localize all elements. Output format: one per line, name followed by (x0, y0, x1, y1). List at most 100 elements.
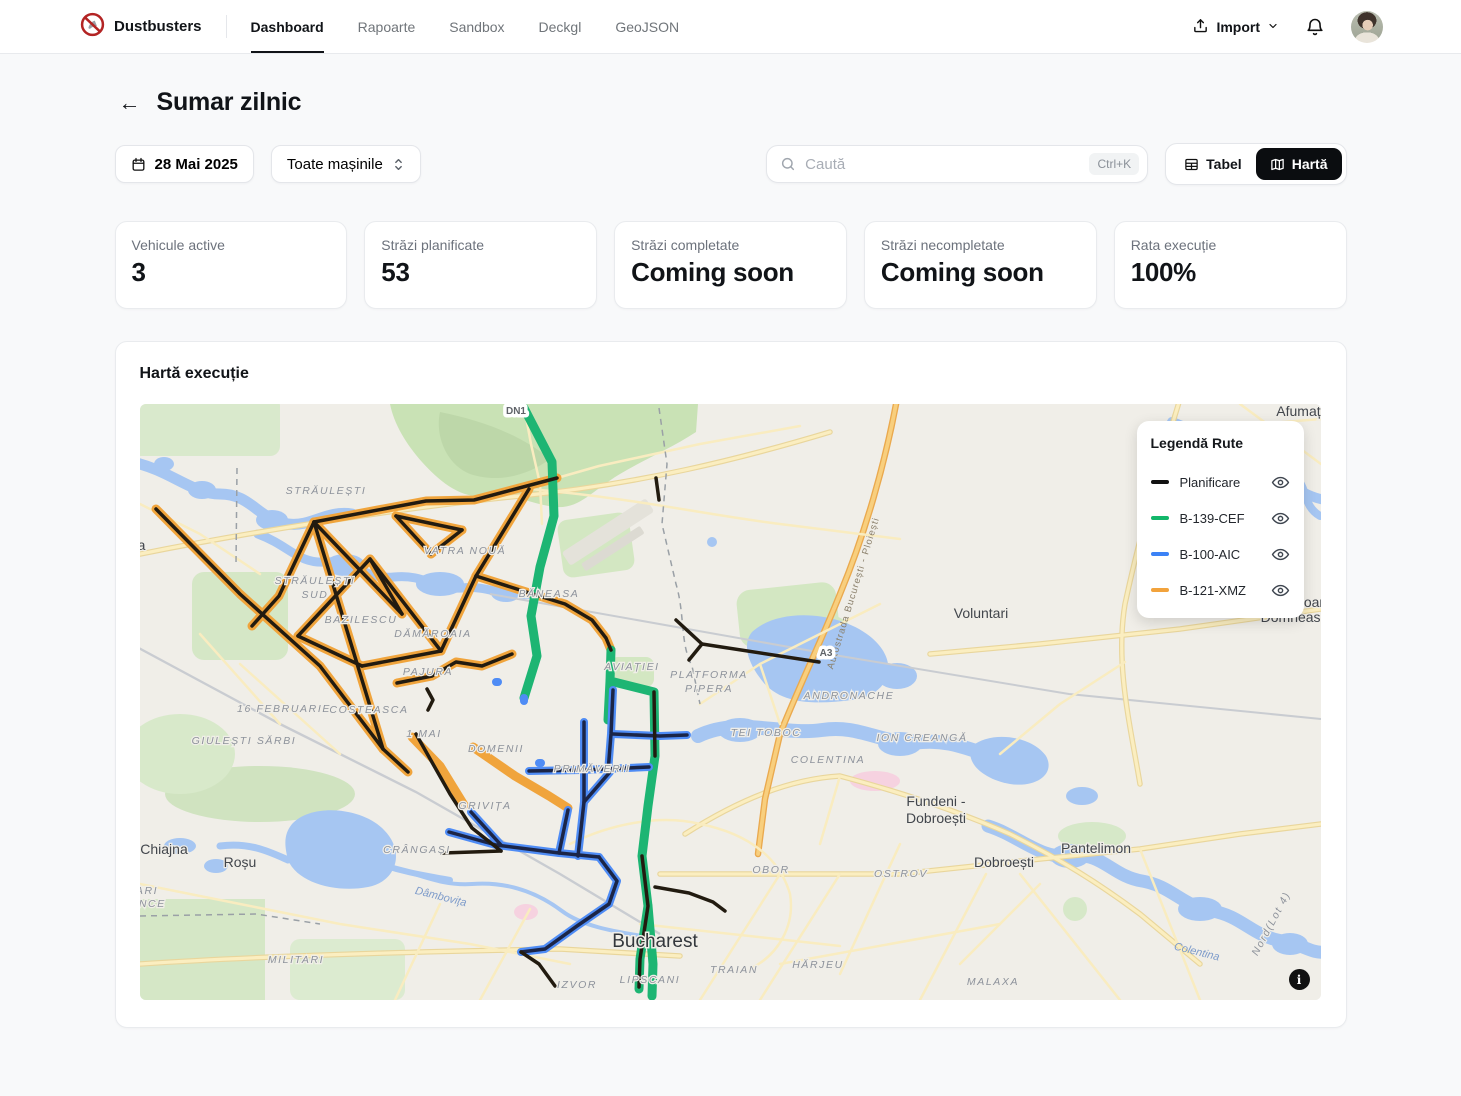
map-label: STRĂULEȘTI (274, 574, 355, 587)
stat-label: Străzi completate (631, 237, 830, 253)
date-picker-button[interactable]: 28 Mai 2025 (115, 145, 254, 183)
select-chevrons-icon (392, 157, 405, 172)
map-label: PIPERA (684, 683, 732, 695)
legend-row-planificare: Planificare (1151, 464, 1290, 500)
eye-icon[interactable] (1271, 545, 1290, 564)
map-label: TEI TOBOC (730, 727, 801, 739)
dustbusters-logo-icon (80, 12, 105, 41)
search-box[interactable]: Ctrl+K (766, 145, 1148, 183)
stat-label: Străzi necompletate (881, 237, 1080, 253)
map-label: BĂNEASA (518, 587, 579, 600)
route-Planificare (443, 851, 501, 853)
map-label: CRÂNGAȘI (383, 843, 451, 856)
map-label: DN1 (505, 406, 525, 417)
eye-icon[interactable] (1271, 509, 1290, 528)
map-label: Fundeni - (906, 793, 965, 809)
map-label: Roșu (223, 854, 256, 870)
legend-row-b-121-xmz: B-121-XMZ (1151, 572, 1290, 608)
stat-value: 100% (1131, 257, 1330, 288)
route-legend: Legendă Rute Planificare B-139-CEF B-100-A… (1137, 421, 1304, 618)
nav-item-sandbox[interactable]: Sandbox (449, 0, 504, 53)
nav-item-dashboard[interactable]: Dashboard (251, 0, 324, 53)
map-label: BAZILESCU (324, 614, 397, 626)
map-label: OSTROV (874, 868, 928, 880)
map-label: Afumați (1276, 404, 1321, 419)
map-label: Chitila (140, 537, 146, 553)
stat-label: Vehicule active (132, 237, 331, 253)
search-shortcut-chip: Ctrl+K (1089, 153, 1139, 175)
map-info-icon[interactable]: i (1289, 969, 1310, 990)
stat-label: Străzi planificate (381, 237, 580, 253)
stat-card: Rata execuție 100% (1114, 221, 1347, 309)
execution-map[interactable]: STRĂULEȘTI Chitila VATRA NOUĂ STRĂULEȘTI SUD… (140, 404, 1321, 1000)
map-label: STRĂULEȘTI (285, 484, 366, 497)
map-label: GIULEȘTI SĂRBI (191, 734, 296, 747)
nav-item-rapoarte[interactable]: Rapoarte (358, 0, 416, 53)
stat-label: Rata execuție (1131, 237, 1330, 253)
table-icon (1184, 157, 1199, 172)
map-card: Hartă execuție (115, 341, 1347, 1028)
stat-card: Vehicule active 3 (115, 221, 348, 309)
upload-icon (1192, 17, 1209, 37)
map-label: RESIDENCE (140, 898, 166, 910)
legend-label: B-139-CEF (1180, 511, 1271, 526)
stat-card: Străzi planificate 53 (364, 221, 597, 309)
search-input[interactable] (805, 156, 1089, 173)
brand[interactable]: Dustbusters (80, 0, 202, 53)
legend-label: B-121-XMZ (1180, 583, 1271, 598)
route-Planificare (654, 692, 655, 756)
map-label: HĂRJEU (792, 958, 844, 971)
view-toggle-map[interactable]: Hartă (1256, 148, 1342, 180)
map-label: DOMENII (467, 743, 523, 755)
map-label: Chiajna (140, 841, 188, 857)
map-label: OBOR (752, 864, 789, 876)
eye-icon[interactable] (1271, 581, 1290, 600)
map-card-title: Hartă execuție (140, 365, 1322, 383)
map-label: DĂMĂROAIA (394, 627, 471, 640)
back-button[interactable]: ← (117, 92, 143, 114)
map-label: ION CREANGĂ (876, 731, 967, 744)
stat-value: Coming soon (881, 257, 1080, 288)
map-label: MILITARI (267, 954, 323, 966)
map-label: MALAXA (966, 976, 1018, 988)
stat-cards: Vehicule active3Străzi planificate53Stră… (115, 221, 1347, 309)
page-title: Sumar zilnic (157, 88, 302, 117)
map-label: VATRA NOUĂ (423, 544, 506, 557)
main-nav: Dashboard Rapoarte Sandbox Deckgl GeoJSON (251, 0, 680, 53)
map-label: Pantelimon (1060, 840, 1130, 856)
stat-value: 3 (132, 257, 331, 288)
legend-swatch (1151, 588, 1169, 592)
map-label: IZVOR (556, 979, 596, 991)
eye-icon[interactable] (1271, 473, 1290, 492)
view-toggle-table[interactable]: Tabel (1170, 148, 1256, 180)
legend-label: B-100-AIC (1180, 547, 1271, 562)
legend-label: Planificare (1180, 475, 1271, 490)
legend-row-b-139-cef: B-139-CEF (1151, 500, 1290, 536)
notifications-bell-icon[interactable] (1305, 17, 1325, 37)
map-label: MILITARI (140, 885, 158, 897)
map-label: ANDRONACHE (802, 690, 894, 702)
legend-swatch (1151, 552, 1169, 556)
user-avatar[interactable] (1351, 11, 1383, 43)
map-label: SUD (301, 589, 328, 601)
map-label: Dobroești (906, 810, 966, 826)
stat-card: Străzi necompletate Coming soon (864, 221, 1097, 309)
stat-card: Străzi completateComing soon (614, 221, 847, 309)
map-label: PRIMĂVERII (553, 762, 630, 775)
legend-row-b-100-aic: B-100-AIC (1151, 536, 1290, 572)
search-icon (780, 156, 796, 172)
legend-title: Legendă Rute (1151, 435, 1290, 451)
map-label: GRIVIȚA (458, 800, 511, 812)
map-label: Bucharest (612, 931, 698, 952)
map-label: PLATFORMA (670, 669, 748, 681)
map-label: PAJURA (402, 666, 452, 678)
stat-value: 53 (381, 257, 580, 288)
vehicle-filter-value: Toate mașinile (287, 156, 383, 173)
nav-item-deckgl[interactable]: Deckgl (539, 0, 582, 53)
import-button[interactable]: Import (1192, 17, 1279, 37)
nav-item-geojson[interactable]: GeoJSON (615, 0, 679, 53)
vehicle-filter-select[interactable]: Toate mașinile (271, 145, 421, 183)
import-label: Import (1216, 19, 1260, 35)
legend-swatch (1151, 480, 1169, 484)
map-label: Dobroești (974, 854, 1034, 870)
